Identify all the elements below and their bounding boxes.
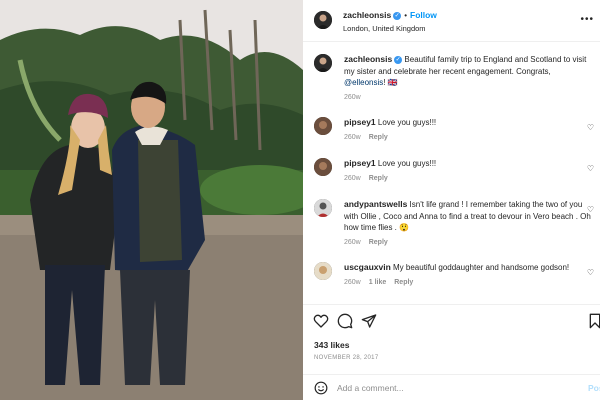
comment-emoji: 😲 — [399, 223, 410, 232]
reply-button[interactable]: Reply — [369, 175, 388, 182]
comment-time[interactable]: 260w — [344, 175, 361, 182]
bookmark-icon[interactable] — [587, 313, 600, 329]
commenter-avatar[interactable] — [314, 117, 332, 135]
likes-count[interactable]: 343 likes — [314, 340, 349, 350]
post-comment-button[interactable]: Post — [588, 383, 600, 393]
post-header: zachleonsis ✓ • Follow London, United Kingd… — [303, 0, 600, 42]
comment-like-heart-icon[interactable]: ♡ — [587, 123, 594, 132]
caption-avatar[interactable] — [314, 54, 332, 72]
post-location[interactable]: London, United Kingdom — [343, 24, 426, 33]
commenter-avatar[interactable] — [314, 262, 332, 280]
heart-icon[interactable] — [313, 313, 329, 329]
commenter-username[interactable]: pipsey1 — [344, 158, 376, 168]
comment-text: My beautiful goddaughter and handsome go… — [393, 263, 570, 272]
comment-like-heart-icon[interactable]: ♡ — [587, 164, 594, 173]
share-icon[interactable] — [361, 313, 377, 329]
commenter-username[interactable]: uscgauxvin — [344, 262, 391, 272]
reply-button[interactable]: Reply — [394, 279, 413, 286]
emoji-icon[interactable] — [314, 381, 328, 395]
caption-time[interactable]: 260w — [344, 94, 361, 101]
comment-text: Love you guys!!! — [377, 118, 437, 127]
post-photo[interactable] — [0, 0, 303, 400]
comment-time[interactable]: 260w — [344, 239, 361, 246]
comment-icon[interactable] — [337, 313, 353, 329]
add-comment-bar: Post — [303, 374, 600, 400]
post-details-panel: zachleonsis ✓ • Follow London, United Kingd… — [303, 0, 600, 400]
author-username[interactable]: zachleonsis — [343, 10, 391, 20]
follow-button[interactable]: Follow — [410, 10, 437, 20]
author-avatar[interactable] — [314, 11, 332, 29]
comment-likes-count[interactable]: 1 like — [369, 279, 387, 286]
commenter-avatar[interactable] — [314, 199, 332, 217]
add-comment-input[interactable] — [337, 381, 567, 395]
verified-badge-icon: ✓ — [394, 55, 403, 64]
caption-body: zachleonsis ✓ Beautiful family trip to En… — [344, 54, 594, 103]
caption-mention[interactable]: @elleonsis — [344, 78, 383, 87]
comment-time[interactable]: 260w — [344, 134, 361, 141]
post-photo-image — [0, 0, 303, 400]
caption-suffix: ! 🇬🇧 — [383, 78, 398, 87]
more-options-icon[interactable]: ••• — [580, 14, 594, 25]
separator-dot: • — [404, 11, 407, 20]
verified-badge-icon: ✓ — [393, 11, 402, 20]
comment-text: Love you guys!!! — [377, 159, 437, 168]
comment-like-heart-icon[interactable]: ♡ — [587, 268, 594, 277]
post-actions: 343 likes NOVEMBER 28, 2017 — [303, 304, 600, 374]
commenter-username[interactable]: andypantswells — [344, 199, 407, 209]
commenter-avatar[interactable] — [314, 158, 332, 176]
reply-button[interactable]: Reply — [369, 134, 388, 141]
reply-button[interactable]: Reply — [369, 239, 388, 246]
caption-username[interactable]: zachleonsis — [344, 54, 392, 64]
comment-time[interactable]: 260w — [344, 279, 361, 286]
commenter-username[interactable]: pipsey1 — [344, 117, 376, 127]
comment-like-heart-icon[interactable]: ♡ — [587, 205, 594, 214]
post-date[interactable]: NOVEMBER 28, 2017 — [314, 355, 378, 361]
